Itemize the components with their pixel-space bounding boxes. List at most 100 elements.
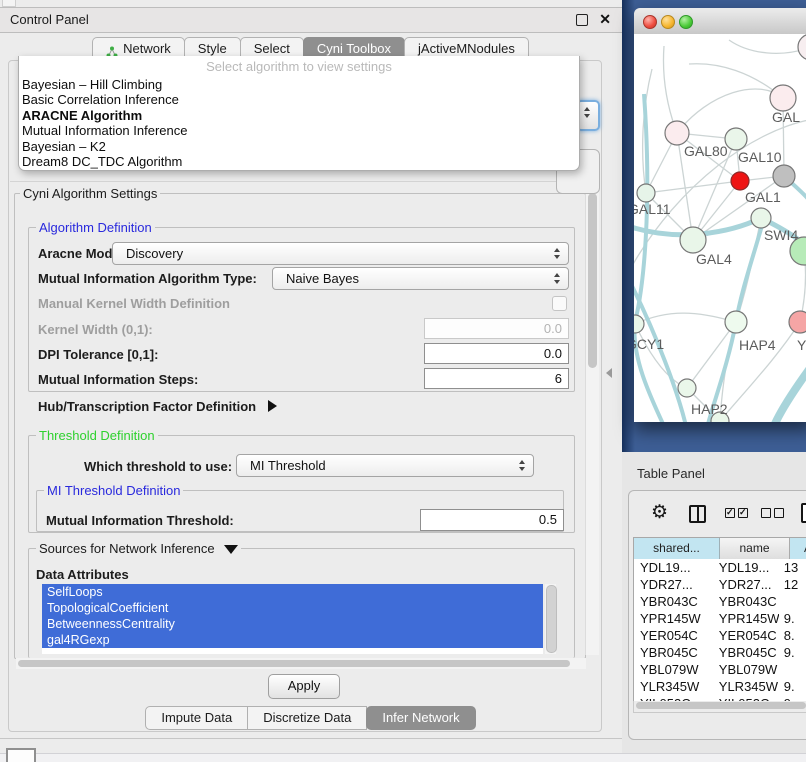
table-row[interactable]: YER054CYER054C8. [634, 627, 806, 644]
scrollbar-thumb[interactable] [636, 702, 806, 709]
network-node-gal1[interactable] [731, 172, 749, 190]
cyni-settings-legend: Cyni Algorithm Settings [20, 186, 160, 201]
scrollbar-thumb[interactable] [546, 585, 557, 653]
zoom-traffic-light[interactable] [679, 15, 693, 29]
column-header-third[interactable]: A [790, 538, 806, 559]
table-row[interactable]: YBR045CYBR045C9. [634, 644, 806, 661]
settings-vertical-scrollbar[interactable] [585, 190, 599, 655]
table-cell[interactable]: 9. [779, 678, 806, 695]
attribute-list-item[interactable]: SelfLoops [42, 584, 543, 600]
unchecked-boxes-icon[interactable] [761, 508, 784, 518]
which-threshold-select[interactable]: MI Threshold [236, 454, 534, 477]
mi-steps-input[interactable]: 6 [424, 368, 569, 389]
attributes-list-scrollbar[interactable] [545, 584, 556, 654]
mi-threshold-label: Mutual Information Threshold: [46, 513, 234, 528]
algorithm-option[interactable]: Bayesian – Hill Climbing [19, 77, 579, 92]
close-traffic-light[interactable] [643, 15, 657, 29]
sources-legend[interactable]: Sources for Network Inference [36, 541, 241, 556]
network-edge [729, 40, 806, 53]
apply-button[interactable]: Apply [268, 674, 340, 699]
splitter-handle-icon[interactable] [606, 368, 612, 378]
network-node-gal4[interactable] [680, 227, 706, 253]
network-node-hap2[interactable] [678, 379, 696, 397]
network-node-gcy1[interactable] [634, 315, 644, 333]
table-cell[interactable]: YLR345W [714, 678, 779, 695]
column-header-name[interactable]: name [720, 538, 790, 559]
table-cell[interactable] [779, 661, 806, 678]
table-row[interactable]: YLR345WYLR345W9. [634, 678, 806, 695]
column-header-shared[interactable]: shared... [634, 538, 720, 559]
table-row[interactable]: YBL079WYBL079W [634, 661, 806, 678]
algorithm-option[interactable]: Basic Correlation Inference [19, 92, 579, 107]
control-panel-titlebar: Control Panel ✕ [0, 7, 622, 33]
table-cell[interactable]: YLR345W [634, 678, 714, 695]
table-cell[interactable]: YBR045C [714, 644, 779, 661]
aracne-mode-select[interactable]: Discovery [112, 242, 569, 265]
minimize-traffic-light[interactable] [661, 15, 675, 29]
table-horizontal-scrollbar[interactable] [633, 701, 806, 713]
table-cell[interactable]: YBR045C [634, 644, 714, 661]
columns-icon[interactable] [689, 505, 706, 523]
settings-horizontal-scrollbar[interactable] [16, 658, 586, 669]
scrollbar-thumb[interactable] [588, 193, 597, 368]
table-cell[interactable]: YPR145W [634, 610, 714, 627]
dpi-tolerance-input[interactable]: 0.0 [424, 343, 569, 364]
table-row[interactable]: YPR145WYPR145W9. [634, 610, 806, 627]
table-cell[interactable]: 9. [779, 644, 806, 661]
network-node-y[interactable] [789, 311, 806, 333]
algorithm-option[interactable]: Dream8 DC_TDC Algorithm [19, 154, 579, 169]
close-panel-icon[interactable]: ✕ [599, 11, 611, 28]
table-cell[interactable]: YER054C [634, 627, 714, 644]
attribute-list-item[interactable]: TopologicalCoefficient [42, 600, 543, 616]
algorithm-option[interactable]: Bayesian – K2 [19, 139, 579, 154]
table-row[interactable]: YDR27...YDR27...12 [634, 576, 806, 593]
network-node-gal80[interactable] [665, 121, 689, 145]
tab-impute-data[interactable]: Impute Data [145, 706, 248, 730]
tab-discretize-data[interactable]: Discretize Data [247, 706, 367, 730]
checked-boxes-icon[interactable] [725, 508, 748, 518]
network-node-swi4[interactable] [751, 208, 771, 228]
table-cell[interactable] [779, 593, 806, 610]
network-node-gal11[interactable] [637, 184, 655, 202]
document-icon[interactable] [801, 503, 806, 523]
network-canvas[interactable]: GALGAL80GAL10GAL1GAL11SWI4GAL4GCY1HAP4YH… [634, 34, 806, 422]
manual-kernel-checkbox[interactable] [552, 296, 567, 311]
table-cell[interactable]: YBR043C [714, 593, 779, 610]
table-cell[interactable]: YER054C [714, 627, 779, 644]
scrollbar-thumb[interactable] [18, 660, 570, 667]
table-cell[interactable]: 12 [779, 576, 806, 593]
table-cell[interactable]: 9. [779, 610, 806, 627]
table-cell[interactable]: 8. [779, 627, 806, 644]
kernel-width-label: Kernel Width (0,1): [38, 322, 153, 337]
kernel-width-input[interactable]: 0.0 [424, 318, 569, 339]
network-view-window: GALGAL80GAL10GAL1GAL11SWI4GAL4GCY1HAP4YH… [634, 8, 806, 422]
mi-threshold-input[interactable]: 0.5 [420, 509, 564, 531]
network-node[interactable] [798, 34, 806, 60]
table-row[interactable]: YBR043CYBR043C [634, 593, 806, 610]
kernel-width-value: 0.0 [544, 321, 562, 336]
network-window-titlebar[interactable] [634, 8, 806, 35]
table-cell[interactable]: YBL079W [714, 661, 779, 678]
algorithm-option[interactable]: ARACNE Algorithm [19, 108, 579, 123]
tab-infer-network[interactable]: Infer Network [366, 706, 475, 730]
attribute-list-item[interactable]: gal4RGexp [42, 632, 543, 648]
table-cell[interactable]: 13 [779, 559, 806, 576]
table-row[interactable]: YDL19...YDL19...13 [634, 559, 806, 576]
network-node[interactable] [773, 165, 795, 187]
table-cell[interactable]: YDL19... [634, 559, 714, 576]
table-cell[interactable]: YDR27... [634, 576, 714, 593]
attribute-list-item[interactable]: BetweennessCentrality [42, 616, 543, 632]
float-window-icon[interactable] [576, 14, 588, 26]
hub-definition-toggle[interactable]: Hub/Transcription Factor Definition [38, 399, 277, 414]
algorithm-option[interactable]: Mutual Information Inference [19, 123, 579, 138]
table-cell[interactable]: YDL19... [714, 559, 779, 576]
table-cell[interactable]: YBL079W [634, 661, 714, 678]
gear-icon[interactable]: ⚙ [651, 501, 668, 524]
network-node-gal10[interactable] [725, 128, 747, 150]
network-node-gal[interactable] [770, 85, 796, 111]
table-cell[interactable]: YPR145W [714, 610, 779, 627]
network-node-hap4[interactable] [725, 311, 747, 333]
table-cell[interactable]: YDR27... [714, 576, 779, 593]
mi-algorithm-type-select[interactable]: Naive Bayes [272, 267, 569, 290]
table-cell[interactable]: YBR043C [634, 593, 714, 610]
